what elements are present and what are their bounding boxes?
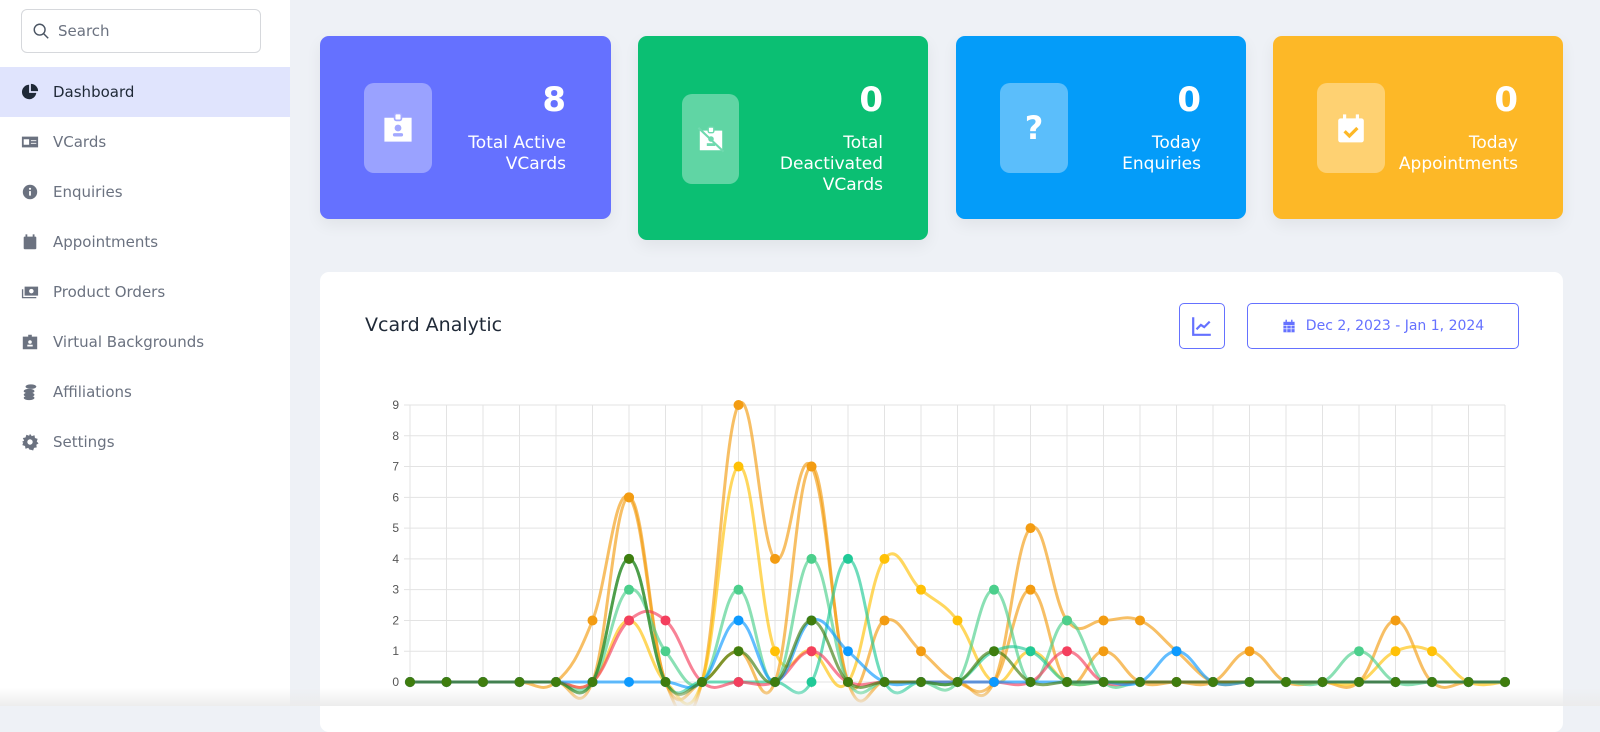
data-point bbox=[733, 584, 744, 595]
data-point bbox=[514, 677, 525, 687]
data-point bbox=[733, 615, 744, 626]
data-point bbox=[624, 677, 634, 687]
data-point bbox=[989, 677, 999, 687]
data-point bbox=[1390, 677, 1401, 687]
data-point bbox=[478, 677, 488, 687]
data-point bbox=[551, 677, 561, 687]
data-point bbox=[1244, 677, 1255, 687]
data-point bbox=[879, 615, 890, 626]
bottom-shadow bbox=[0, 688, 1600, 706]
data-point bbox=[770, 553, 780, 564]
data-point bbox=[1062, 615, 1072, 626]
data-point bbox=[1098, 615, 1109, 626]
data-point bbox=[879, 553, 890, 564]
data-point bbox=[1062, 677, 1072, 687]
y-tick-label: 3 bbox=[392, 583, 399, 597]
data-point bbox=[806, 677, 817, 687]
data-point bbox=[806, 646, 817, 657]
data-point bbox=[624, 615, 634, 626]
data-point bbox=[1208, 677, 1218, 687]
data-point bbox=[806, 615, 817, 626]
data-point bbox=[1427, 677, 1437, 687]
data-point bbox=[1390, 615, 1401, 626]
y-tick-label: 6 bbox=[392, 490, 399, 504]
data-point bbox=[916, 646, 926, 657]
data-point bbox=[1135, 677, 1145, 687]
data-point bbox=[1317, 677, 1328, 687]
y-tick-label: 4 bbox=[392, 552, 399, 566]
data-point bbox=[587, 677, 598, 687]
data-point bbox=[806, 461, 817, 472]
data-point bbox=[806, 553, 817, 564]
y-tick-label: 8 bbox=[392, 429, 399, 443]
data-point bbox=[916, 584, 926, 595]
y-tick-label: 0 bbox=[392, 675, 399, 689]
data-point bbox=[843, 677, 853, 687]
data-point bbox=[697, 677, 707, 687]
data-point bbox=[1281, 677, 1291, 687]
data-point bbox=[1427, 646, 1437, 657]
data-point bbox=[624, 492, 634, 503]
data-point bbox=[1354, 677, 1364, 687]
data-point bbox=[843, 646, 853, 657]
data-point bbox=[1025, 677, 1036, 687]
data-point bbox=[1354, 646, 1364, 657]
data-point bbox=[879, 677, 890, 687]
data-point bbox=[770, 677, 780, 687]
data-point bbox=[1390, 646, 1401, 657]
data-point bbox=[1500, 677, 1510, 687]
data-point bbox=[1463, 677, 1474, 687]
data-point bbox=[1135, 615, 1145, 626]
data-point bbox=[770, 646, 780, 657]
data-point bbox=[660, 615, 671, 626]
data-point bbox=[1244, 646, 1255, 657]
data-point bbox=[843, 553, 853, 564]
data-point bbox=[624, 584, 634, 595]
data-point bbox=[733, 461, 744, 472]
data-point bbox=[1025, 646, 1036, 657]
y-tick-label: 7 bbox=[392, 460, 399, 474]
data-point bbox=[405, 677, 415, 687]
data-point bbox=[952, 677, 963, 687]
data-point bbox=[1171, 646, 1182, 657]
data-point bbox=[1062, 646, 1072, 657]
y-tick-label: 5 bbox=[392, 521, 399, 535]
y-tick-label: 1 bbox=[392, 644, 399, 658]
vcard-analytic-chart: 0 1 2 3 4 5 6 7 8 9 bbox=[392, 398, 1510, 706]
data-point bbox=[441, 677, 452, 687]
data-point bbox=[1025, 584, 1036, 595]
data-point bbox=[952, 615, 963, 626]
data-point bbox=[660, 677, 671, 687]
data-point bbox=[989, 584, 999, 595]
data-point bbox=[1098, 677, 1109, 687]
data-point bbox=[989, 646, 999, 657]
data-point bbox=[733, 646, 744, 657]
data-point bbox=[733, 677, 744, 687]
y-tick-label: 9 bbox=[392, 398, 399, 412]
data-point bbox=[1171, 677, 1182, 687]
y-tick-label: 2 bbox=[392, 613, 399, 627]
data-point bbox=[587, 615, 598, 626]
data-point bbox=[1025, 523, 1036, 534]
data-point bbox=[916, 677, 926, 687]
data-point bbox=[624, 553, 634, 564]
data-point bbox=[1098, 646, 1109, 657]
data-point bbox=[660, 646, 671, 657]
data-point bbox=[733, 400, 744, 410]
